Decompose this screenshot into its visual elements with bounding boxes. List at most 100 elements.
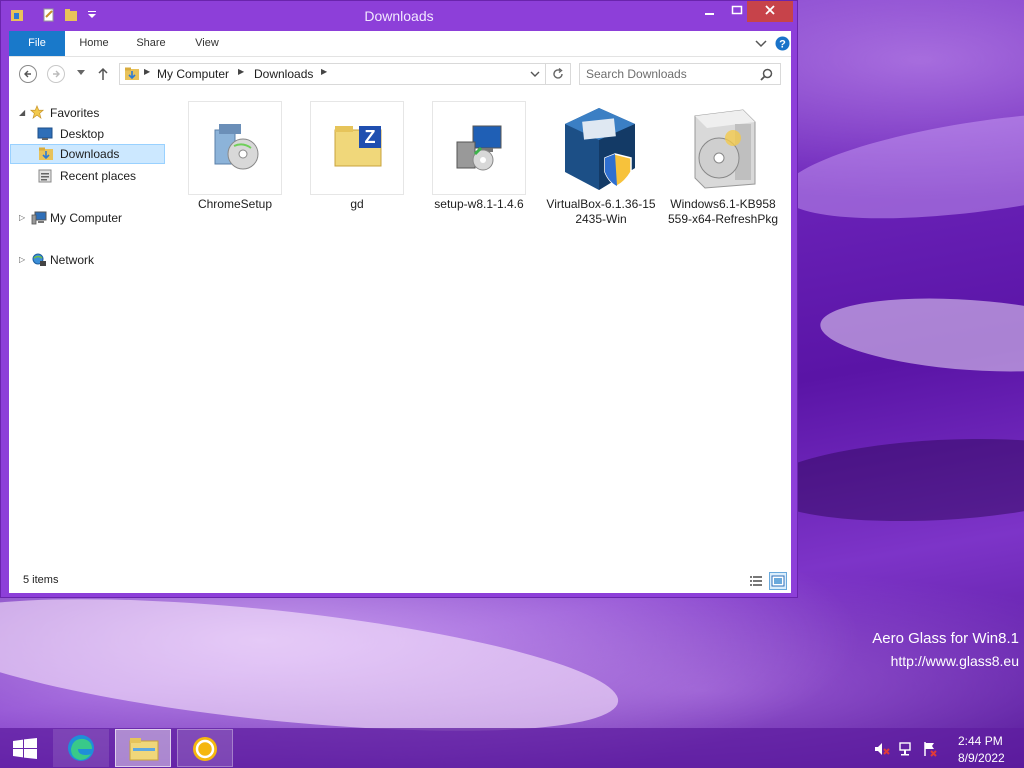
nav-item-downloads[interactable]: Downloads xyxy=(10,144,165,164)
virtualbox-icon xyxy=(565,108,635,190)
navigation-pane: ◢ Favorites Desktop Downloads Recent pla… xyxy=(9,91,167,569)
help-icon[interactable]: ? xyxy=(775,36,790,51)
breadcrumb-separator-icon: ▶ xyxy=(144,67,151,76)
file-explorer-icon xyxy=(129,738,159,761)
downloads-folder-icon xyxy=(125,67,139,80)
maximize-button[interactable] xyxy=(727,1,747,22)
computer-icon xyxy=(31,211,47,225)
file-thumbnail xyxy=(188,101,282,195)
back-arrow-icon xyxy=(24,70,31,78)
file-thumbnail: Z xyxy=(310,101,404,195)
nav-item-favorites[interactable]: ◢ Favorites xyxy=(19,103,159,123)
file-item[interactable]: Windows6.1-KB958559-x64-RefreshPkg xyxy=(667,101,779,227)
wallpaper-wave xyxy=(817,289,1024,381)
watermark-url: http://www.glass8.eu xyxy=(890,653,1019,669)
clock-date[interactable]: 8/9/2022 xyxy=(958,751,1005,765)
file-thumbnail xyxy=(554,101,648,195)
large-icons-view-button[interactable] xyxy=(769,572,787,590)
nav-item-recent-places[interactable]: Recent places xyxy=(37,166,159,186)
file-item[interactable]: setup-w8.1-1.4.6 xyxy=(423,101,535,212)
expand-arrow-icon[interactable]: ▷ xyxy=(19,208,25,228)
setup-installer-icon xyxy=(456,125,502,171)
nav-item-network[interactable]: ▷ Network xyxy=(19,250,159,270)
title-bar[interactable]: Downloads xyxy=(1,1,797,31)
minimize-button[interactable] xyxy=(693,1,727,22)
main-area: ◢ Favorites Desktop Downloads Recent pla… xyxy=(9,91,791,569)
search-box[interactable] xyxy=(579,63,781,85)
explorer-window: Downloads File Home Share View ? ▶ My Co… xyxy=(0,0,798,598)
recent-locations-chevron-icon[interactable] xyxy=(77,70,85,76)
minimize-icon xyxy=(705,13,714,15)
taskbar-file-explorer-button[interactable] xyxy=(115,729,171,767)
status-bar: 5 items xyxy=(9,569,791,593)
edge-browser-icon xyxy=(68,735,94,761)
close-button[interactable] xyxy=(747,1,793,22)
file-view: ChromeSetup Z gd setup-w8.1-1.4.6 Virtua… xyxy=(169,91,791,569)
volume-muted-icon[interactable] xyxy=(874,742,890,756)
breadcrumb-separator-icon[interactable]: ▶ xyxy=(238,67,244,76)
file-name: setup-w8.1-1.4.6 xyxy=(434,197,524,211)
clock-time[interactable]: 2:44 PM xyxy=(958,734,1003,748)
expand-arrow-icon[interactable]: ▷ xyxy=(19,250,25,270)
tab-view[interactable]: View xyxy=(181,31,233,56)
breadcrumb-separator-icon[interactable]: ▶ xyxy=(321,67,327,76)
breadcrumb-downloads[interactable]: Downloads xyxy=(254,67,313,81)
tab-file[interactable]: File xyxy=(9,31,65,56)
item-count: 5 items xyxy=(23,574,59,586)
ribbon-tabs: File Home Share View ? xyxy=(9,31,791,57)
file-item[interactable]: ChromeSetup xyxy=(179,101,291,212)
address-bar[interactable]: ▶ My Computer ▶ Downloads ▶ xyxy=(119,63,571,85)
update-package-icon xyxy=(694,109,756,189)
close-icon xyxy=(765,5,775,15)
desktop-icon xyxy=(37,127,53,140)
downloads-folder-icon xyxy=(39,147,53,160)
large-icons-view-icon xyxy=(771,575,785,587)
details-view-button[interactable] xyxy=(747,572,765,590)
svg-text:Z: Z xyxy=(365,127,376,147)
tab-share[interactable]: Share xyxy=(125,31,177,56)
address-row: ▶ My Computer ▶ Downloads ▶ xyxy=(9,57,791,91)
collapse-arrow-icon[interactable]: ◢ xyxy=(19,103,25,123)
file-name: Windows6.1-KB958559-x64-RefreshPkg xyxy=(667,197,779,226)
file-thumbnail xyxy=(432,101,526,195)
windows-logo-icon xyxy=(13,738,37,759)
svg-text:?: ? xyxy=(779,39,786,51)
taskbar-app-button[interactable] xyxy=(177,729,233,767)
file-name: VirtualBox-6.1.36-152435-Win xyxy=(546,197,656,226)
zipped-folder-icon: Z xyxy=(334,126,382,167)
taskbar-edge-button[interactable] xyxy=(53,729,109,767)
network-icon xyxy=(32,253,46,266)
start-button[interactable] xyxy=(0,729,50,767)
forward-button[interactable] xyxy=(47,65,65,83)
wallpaper-wave xyxy=(758,430,1024,530)
file-name: gd xyxy=(350,197,364,211)
watermark-title: Aero Glass for Win8.1 xyxy=(872,630,1019,647)
recent-places-icon xyxy=(38,169,52,183)
forward-arrow-icon xyxy=(53,70,60,78)
details-view-icon xyxy=(750,576,762,586)
taskbar: 2:44 PM 8/9/2022 xyxy=(0,728,1024,768)
file-name: ChromeSetup xyxy=(197,197,273,211)
ribbon-expand-chevron-icon[interactable] xyxy=(755,39,767,49)
installer-icon xyxy=(214,124,259,170)
refresh-icon[interactable] xyxy=(551,67,565,81)
nav-item-my-computer[interactable]: ▷ My Computer xyxy=(19,208,159,228)
search-icon[interactable] xyxy=(760,68,773,81)
window-title: Downloads xyxy=(364,8,434,24)
back-button[interactable] xyxy=(19,65,37,83)
address-divider xyxy=(545,64,546,84)
wallpaper-wave xyxy=(775,91,1024,239)
action-center-flag-icon[interactable] xyxy=(922,741,938,757)
address-dropdown-chevron-icon[interactable] xyxy=(530,71,540,78)
network-status-icon[interactable] xyxy=(898,741,914,757)
nav-item-desktop[interactable]: Desktop xyxy=(37,124,159,144)
search-input[interactable] xyxy=(586,66,756,82)
app-circle-icon xyxy=(193,737,217,761)
file-item[interactable]: VirtualBox-6.1.36-152435-Win xyxy=(545,101,657,227)
breadcrumb-my-computer[interactable]: My Computer xyxy=(157,67,229,81)
maximize-icon xyxy=(731,5,743,15)
up-arrow-icon[interactable] xyxy=(97,67,109,81)
tab-home[interactable]: Home xyxy=(67,31,121,56)
star-icon xyxy=(29,105,45,119)
file-item[interactable]: Z gd xyxy=(301,101,413,212)
